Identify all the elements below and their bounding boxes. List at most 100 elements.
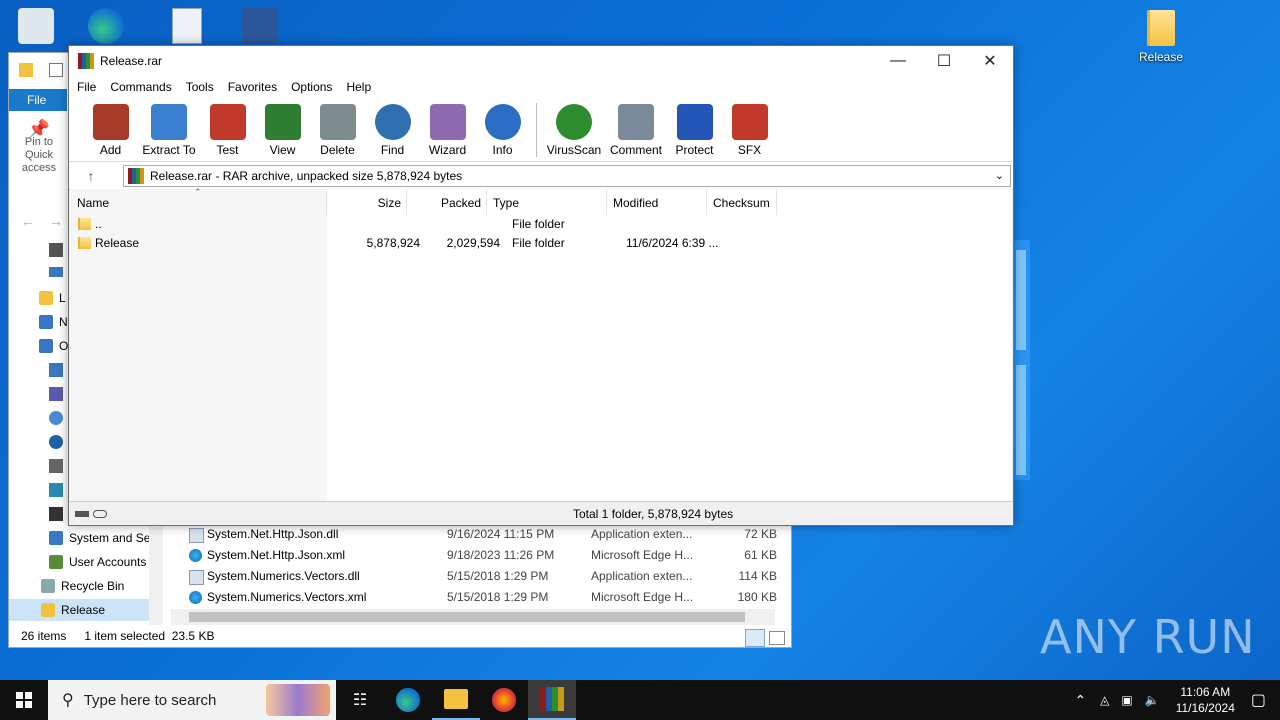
nav-item-recycle-bin[interactable]: Recycle Bin	[41, 575, 124, 597]
start-button[interactable]	[0, 680, 48, 720]
file-row[interactable]: System.Net.Http.Json.xml 9/18/2023 11:26…	[187, 544, 787, 565]
forward-arrow-icon[interactable]: →	[49, 213, 63, 229]
edge-desktop-icon[interactable]	[88, 8, 124, 44]
nav-item-user-accounts[interactable]: User Accounts	[49, 551, 146, 573]
header-name[interactable]: Name ⌃	[70, 187, 327, 215]
file-date: 9/16/2024 11:15 PM	[447, 526, 555, 541]
menu-tools[interactable]: Tools	[186, 80, 214, 94]
winrar-window[interactable]: Release.rar — ☐ ✕ File Commands Tools Fa…	[68, 45, 1014, 526]
archive-row-parent[interactable]: .. File folder	[70, 214, 720, 234]
back-arrow-icon[interactable]: ←	[21, 213, 35, 229]
find-button[interactable]: Find	[365, 98, 420, 157]
toolbar-separator	[536, 103, 537, 157]
file-row[interactable]: System.Net.Http.Json.dll 9/16/2024 11:15…	[187, 523, 787, 544]
wizard-button[interactable]: Wizard	[420, 98, 475, 157]
file-row[interactable]: System.Numerics.Vectors.xml 5/15/2018 1:…	[187, 586, 787, 607]
search-icon: ⚲	[62, 692, 74, 709]
row-name: Release	[95, 236, 140, 250]
nav-icon[interactable]	[49, 387, 63, 401]
winrar-icon	[78, 53, 94, 69]
close-button[interactable]: ✕	[967, 46, 1013, 76]
edge-icon	[396, 688, 420, 712]
virusscan-button[interactable]: VirusScan	[543, 98, 605, 157]
details-view-icon[interactable]	[745, 629, 765, 647]
minimize-button[interactable]: —	[875, 46, 921, 76]
taskbar-search-box[interactable]: ⚲ Type here to search	[48, 680, 336, 720]
nav-icon[interactable]	[49, 435, 63, 449]
word-document-icon[interactable]	[242, 8, 278, 44]
desktop-folder-label: Release	[1138, 50, 1184, 64]
archive-file-list[interactable]: Name ⌃ Size Packed Type Modified Checksum…	[70, 187, 1012, 501]
file-size: 114 KB	[738, 568, 777, 583]
virusscan-icon	[556, 104, 592, 140]
nav-scrollbar[interactable]	[149, 527, 163, 625]
network-icon[interactable]: ▣	[1121, 693, 1132, 707]
pin-icon: 📌	[27, 119, 51, 139]
header-size[interactable]: Size	[327, 189, 407, 215]
header-checksum[interactable]: Checksum	[707, 189, 777, 215]
nav-item-release[interactable]: Release	[9, 599, 149, 621]
file-tab[interactable]: File	[9, 89, 67, 111]
menu-options[interactable]: Options	[291, 80, 332, 94]
desktop-release-folder[interactable]: Release	[1126, 10, 1196, 64]
file-row[interactable]: System.Numerics.Vectors.dll 5/15/2018 1:…	[187, 565, 787, 586]
up-arrow-icon[interactable]: ↑	[69, 168, 113, 184]
nav-item-l[interactable]: L	[39, 287, 66, 309]
edge-taskbar-button[interactable]	[384, 680, 432, 720]
properties-icon[interactable]	[49, 63, 63, 77]
menu-commands[interactable]: Commands	[110, 80, 171, 94]
network-status-icon[interactable]: ◬	[1100, 693, 1109, 707]
menu-file[interactable]: File	[77, 80, 96, 94]
extract-to-button[interactable]: Extract To	[138, 98, 200, 157]
file-explorer-taskbar-button[interactable]	[432, 680, 480, 720]
selection-count: 1 item selected	[84, 629, 166, 643]
find-icon	[374, 104, 411, 140]
nav-icon[interactable]	[49, 459, 63, 473]
menu-favorites[interactable]: Favorites	[228, 80, 277, 94]
header-packed[interactable]: Packed	[407, 189, 487, 215]
info-button[interactable]: Info	[475, 98, 530, 157]
clock[interactable]: 11:06 AM 11/16/2024	[1176, 684, 1235, 716]
protect-button[interactable]: Protect	[667, 98, 722, 157]
firefox-taskbar-button[interactable]	[480, 680, 528, 720]
maximize-button[interactable]: ☐	[921, 46, 967, 76]
file-date: 9/18/2023 11:26 PM	[447, 547, 555, 562]
nav-icon[interactable]	[49, 267, 63, 277]
archive-summary: Total 1 folder, 5,878,924 bytes	[573, 506, 734, 521]
large-icons-view-icon[interactable]	[769, 631, 785, 645]
image-file-icon[interactable]	[172, 8, 202, 44]
volume-icon[interactable]: 🔈	[1145, 693, 1160, 707]
chevron-up-icon[interactable]: ⌃	[1074, 692, 1086, 709]
add-button[interactable]: Add	[83, 98, 138, 157]
test-button[interactable]: Test	[200, 98, 255, 157]
nav-item-n[interactable]: N	[39, 311, 68, 333]
nav-icon[interactable]	[49, 483, 63, 497]
chevron-down-icon[interactable]: ⌄	[995, 169, 1004, 182]
nav-item-system-security[interactable]: System and Sec	[49, 527, 156, 549]
delete-button[interactable]: Delete	[310, 98, 365, 157]
scrollbar-thumb[interactable]	[189, 612, 745, 622]
nav-icon[interactable]	[49, 363, 63, 377]
winrar-taskbar-button[interactable]	[528, 680, 576, 720]
header-modified[interactable]: Modified	[607, 189, 707, 215]
header-type[interactable]: Type	[487, 189, 607, 215]
view-button[interactable]: View	[255, 98, 310, 157]
winrar-status-bar: Total 1 folder, 5,878,924 bytes	[69, 501, 1013, 525]
pin-quick-access-button[interactable]: 📌 Pin to Quick access	[13, 119, 65, 175]
info-icon	[484, 104, 521, 140]
archive-row-release[interactable]: Release 5,878,924 2,029,594 File folder …	[70, 233, 720, 253]
menu-help[interactable]: Help	[346, 80, 371, 94]
comment-button[interactable]: Comment	[605, 98, 667, 157]
winrar-titlebar[interactable]: Release.rar — ☐ ✕	[69, 46, 1013, 76]
sfx-button[interactable]: SFX	[722, 98, 777, 157]
users-icon	[49, 555, 63, 569]
nav-icon[interactable]	[49, 507, 63, 521]
nav-icon[interactable]	[49, 243, 63, 257]
recycle-bin-icon[interactable]	[18, 8, 54, 44]
path-combobox[interactable]: Release.rar - RAR archive, unpacked size…	[123, 164, 1011, 187]
horizontal-scrollbar[interactable]	[171, 609, 775, 625]
task-view-button[interactable]: ☷	[336, 680, 384, 720]
nav-item-o[interactable]: O	[39, 335, 68, 357]
notifications-icon[interactable]: ▢	[1251, 690, 1266, 710]
nav-icon[interactable]	[49, 411, 63, 425]
